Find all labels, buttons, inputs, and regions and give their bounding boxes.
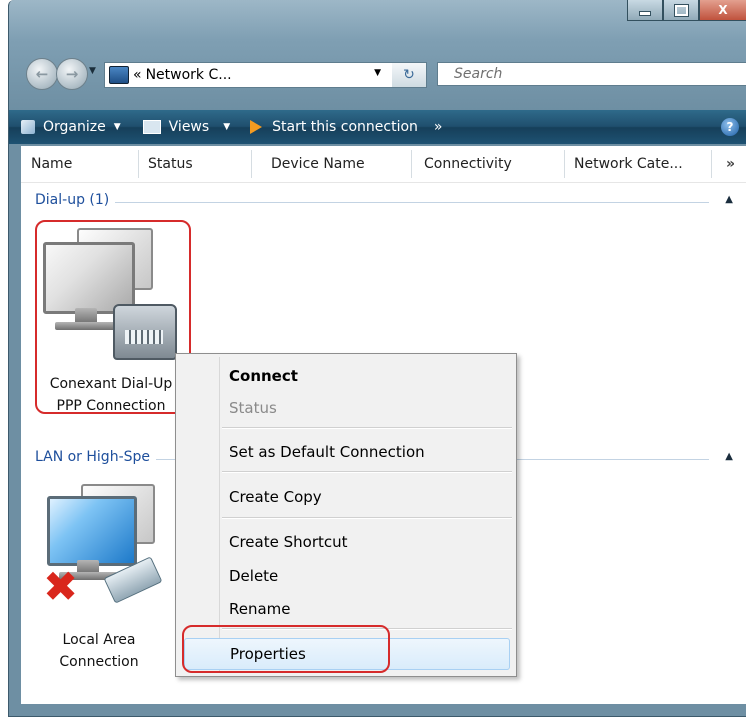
maximize-button[interactable] bbox=[663, 0, 699, 21]
lan-label-line2: Connection bbox=[59, 654, 139, 670]
group-label-dialup: Dial-up (1) bbox=[35, 192, 116, 208]
address-bar: ← → ▼ « Network C... ▼ ↻ Search bbox=[9, 52, 746, 94]
local-area-connection-item[interactable]: ✖ Local Area Connection bbox=[41, 480, 191, 680]
column-divider[interactable] bbox=[711, 150, 712, 178]
search-input[interactable]: Search bbox=[437, 62, 746, 86]
start-connection-button[interactable]: Start this connection bbox=[250, 119, 418, 135]
forward-arrow-icon: → bbox=[65, 65, 79, 83]
column-header-device-name[interactable]: Device Name bbox=[271, 156, 365, 172]
group-divider bbox=[35, 202, 709, 203]
column-divider[interactable] bbox=[564, 150, 565, 178]
lan-label-line1: Local Area bbox=[62, 632, 136, 648]
menu-item-connect[interactable]: Connect bbox=[229, 362, 510, 390]
address-dropdown-icon[interactable]: ▼ bbox=[374, 68, 381, 78]
column-header-network-category[interactable]: Network Cate... bbox=[574, 156, 683, 172]
toolbar-more-button[interactable]: » bbox=[434, 119, 443, 135]
properties-highlight-outline bbox=[182, 625, 390, 673]
more-columns-button[interactable]: » bbox=[726, 156, 735, 172]
forward-button[interactable]: → bbox=[56, 58, 88, 90]
menu-separator bbox=[222, 427, 512, 429]
close-icon: X bbox=[718, 3, 728, 17]
menu-item-create-copy[interactable]: Create Copy bbox=[229, 483, 510, 511]
title-bar: X bbox=[9, 0, 746, 42]
menu-item-create-shortcut[interactable]: Create Shortcut bbox=[229, 528, 510, 556]
address-field[interactable]: « Network C... ▼ bbox=[104, 62, 394, 88]
refresh-button[interactable]: ↻ bbox=[392, 62, 427, 88]
close-button[interactable]: X bbox=[699, 0, 746, 21]
recent-pages-dropdown-icon[interactable]: ▼ bbox=[89, 66, 96, 76]
views-icon bbox=[142, 120, 161, 134]
start-connection-label: Start this connection bbox=[272, 119, 418, 135]
menu-item-status: Status bbox=[229, 399, 277, 417]
dialup-highlight-outline bbox=[35, 220, 191, 414]
help-icon[interactable]: ? bbox=[721, 118, 739, 136]
breadcrumb-overflow-icon[interactable]: « bbox=[133, 67, 142, 83]
minimize-icon bbox=[639, 10, 651, 16]
group-header-dialup[interactable]: Dial-up (1) ▲ bbox=[21, 192, 746, 212]
back-arrow-icon: ← bbox=[35, 65, 49, 83]
context-menu: Connect Status Set as Default Connection… bbox=[175, 353, 517, 677]
disconnected-x-icon: ✖ bbox=[43, 562, 79, 611]
organize-label: Organize bbox=[43, 119, 106, 135]
chevron-down-icon: ▼ bbox=[113, 122, 121, 132]
column-header-name[interactable]: Name bbox=[31, 156, 72, 172]
column-headers: Name Status Device Name Connectivity Net… bbox=[21, 146, 746, 183]
local-area-connection-icon: ✖ bbox=[41, 480, 191, 620]
column-header-status[interactable]: Status bbox=[148, 156, 193, 172]
command-bar: Organize ▼ Views ▼ Start this connection… bbox=[9, 110, 746, 144]
column-divider[interactable] bbox=[251, 150, 252, 178]
search-placeholder: Search bbox=[454, 66, 503, 82]
start-arrow-icon bbox=[250, 120, 263, 134]
organize-button[interactable]: Organize ▼ bbox=[21, 119, 121, 135]
organize-icon bbox=[21, 120, 35, 134]
window-controls: X bbox=[627, 0, 746, 22]
refresh-icon: ↻ bbox=[403, 67, 415, 83]
menu-item-delete[interactable]: Delete bbox=[229, 562, 510, 590]
network-folder-icon bbox=[109, 66, 129, 84]
minimize-button[interactable] bbox=[627, 0, 663, 21]
column-divider[interactable] bbox=[138, 150, 139, 178]
collapse-chevron-icon[interactable]: ▲ bbox=[725, 194, 733, 205]
column-divider[interactable] bbox=[411, 150, 412, 178]
back-button[interactable]: ← bbox=[26, 58, 58, 90]
breadcrumb-path[interactable]: Network C... bbox=[146, 67, 232, 83]
group-label-lan: LAN or High-Spe bbox=[35, 449, 157, 465]
maximize-icon bbox=[673, 3, 689, 17]
menu-separator bbox=[222, 471, 512, 473]
views-button[interactable]: Views ▼ bbox=[142, 119, 231, 135]
collapse-chevron-icon[interactable]: ▲ bbox=[725, 451, 733, 462]
views-label: Views bbox=[168, 119, 210, 135]
menu-item-set-default[interactable]: Set as Default Connection bbox=[229, 438, 510, 466]
column-header-connectivity[interactable]: Connectivity bbox=[424, 156, 512, 172]
menu-item-rename[interactable]: Rename bbox=[229, 595, 510, 623]
menu-separator bbox=[222, 517, 512, 519]
chevron-down-icon: ▼ bbox=[223, 122, 231, 132]
local-area-connection-label: Local Area Connection bbox=[39, 629, 159, 673]
